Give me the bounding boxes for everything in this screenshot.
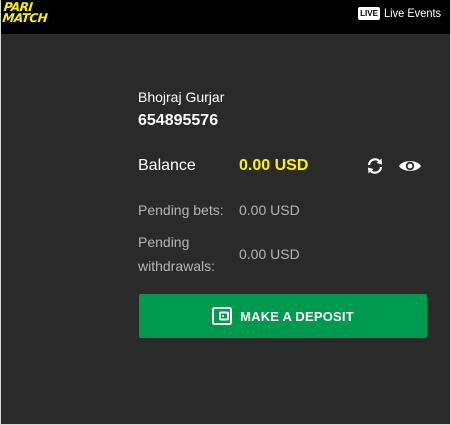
user-name: Bhojraj Gurjar (138, 89, 225, 105)
balance-label: Balance (138, 157, 196, 174)
balance-value: 0.00 USD (239, 157, 309, 174)
pending-withdrawals-label: Pending withdrawals: (138, 230, 215, 278)
refresh-icon-graphic (367, 158, 383, 174)
refresh-icon[interactable] (365, 155, 385, 177)
live-events-link[interactable]: LIVE Live Events (358, 5, 446, 21)
wallet-icon (212, 307, 233, 325)
make-deposit-button[interactable]: MAKE A DEPOSIT (139, 294, 427, 338)
pending-bets-label: Pending bets: (138, 202, 224, 218)
eye-icon[interactable] (398, 155, 422, 177)
user-id: 654895576 (138, 112, 219, 129)
eye-icon-graphic (399, 161, 421, 171)
live-badge: LIVE (358, 6, 380, 20)
pending-withdrawals-value: 0.00 USD (239, 246, 300, 262)
parimatch-logo[interactable]: PARI MATCH (1, 0, 73, 26)
pending-withdrawals-label-line-1: Pending (138, 234, 190, 250)
live-events-label: Live Events (383, 6, 442, 20)
logo-line-2: MATCH (1, 11, 48, 25)
account-panel: PARI MATCH LIVE Live Events Bhojraj Gurj… (0, 0, 451, 425)
pending-withdrawals-label-line-2: withdrawals: (138, 258, 216, 274)
pending-bets-value: 0.00 USD (239, 202, 300, 218)
make-deposit-label: MAKE A DEPOSIT (240, 308, 354, 324)
top-bar: PARI MATCH LIVE Live Events (1, 0, 450, 34)
